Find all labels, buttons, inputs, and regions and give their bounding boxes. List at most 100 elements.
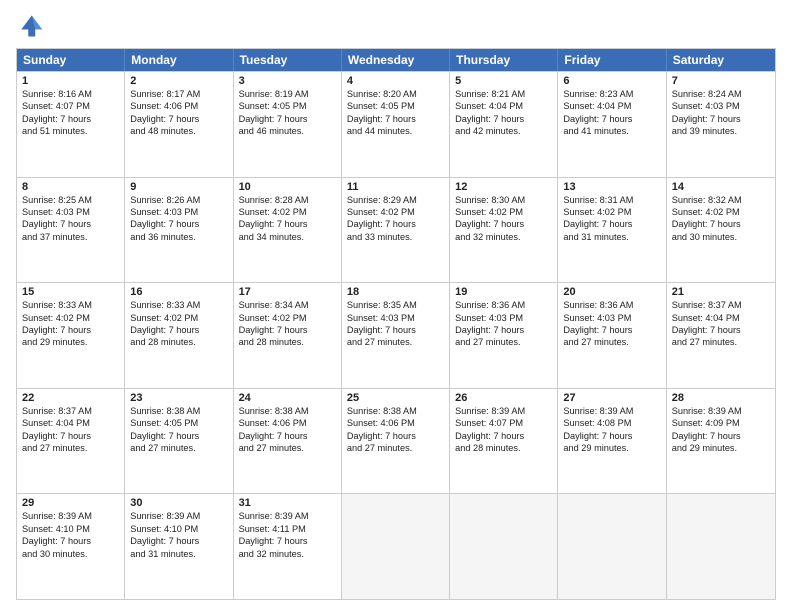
day-cell-14: 14Sunrise: 8:32 AMSunset: 4:02 PMDayligh… — [667, 178, 775, 283]
day-info-line: Sunrise: 8:20 AM — [347, 88, 444, 100]
day-cell-8: 8Sunrise: 8:25 AMSunset: 4:03 PMDaylight… — [17, 178, 125, 283]
day-info-line: Daylight: 7 hours — [455, 113, 552, 125]
day-info-line: and 34 minutes. — [239, 231, 336, 243]
day-cell-26: 26Sunrise: 8:39 AMSunset: 4:07 PMDayligh… — [450, 389, 558, 494]
day-info-line: and 39 minutes. — [672, 125, 770, 137]
day-info-line: and 36 minutes. — [130, 231, 227, 243]
calendar-header-row: SundayMondayTuesdayWednesdayThursdayFrid… — [17, 49, 775, 71]
day-number: 27 — [563, 392, 660, 404]
day-info-line: Sunrise: 8:37 AM — [22, 405, 119, 417]
day-info-line: and 32 minutes. — [239, 548, 336, 560]
calendar-body: 1Sunrise: 8:16 AMSunset: 4:07 PMDaylight… — [17, 71, 775, 599]
day-number: 26 — [455, 392, 552, 404]
day-cell-24: 24Sunrise: 8:38 AMSunset: 4:06 PMDayligh… — [234, 389, 342, 494]
day-number: 18 — [347, 286, 444, 298]
day-info-line: Daylight: 7 hours — [672, 324, 770, 336]
empty-cell — [450, 494, 558, 599]
day-info-line: and 30 minutes. — [672, 231, 770, 243]
day-cell-25: 25Sunrise: 8:38 AMSunset: 4:06 PMDayligh… — [342, 389, 450, 494]
day-info-line: Daylight: 7 hours — [239, 430, 336, 442]
day-info-line: and 44 minutes. — [347, 125, 444, 137]
day-number: 25 — [347, 392, 444, 404]
day-info-line: Sunrise: 8:19 AM — [239, 88, 336, 100]
day-info-line: Sunrise: 8:25 AM — [22, 194, 119, 206]
day-info-line: Sunrise: 8:30 AM — [455, 194, 552, 206]
day-info-line: Sunset: 4:10 PM — [22, 523, 119, 535]
day-info-line: Daylight: 7 hours — [239, 218, 336, 230]
day-info-line: Daylight: 7 hours — [22, 324, 119, 336]
day-info-line: and 31 minutes. — [130, 548, 227, 560]
day-info-line: Sunset: 4:10 PM — [130, 523, 227, 535]
day-info-line: and 41 minutes. — [563, 125, 660, 137]
day-info-line: and 29 minutes. — [22, 336, 119, 348]
day-info-line: Sunset: 4:02 PM — [455, 206, 552, 218]
day-info-line: and 27 minutes. — [347, 442, 444, 454]
day-info-line: Daylight: 7 hours — [347, 430, 444, 442]
day-info-line: Sunrise: 8:21 AM — [455, 88, 552, 100]
day-header-tuesday: Tuesday — [234, 49, 342, 71]
day-cell-2: 2Sunrise: 8:17 AMSunset: 4:06 PMDaylight… — [125, 72, 233, 177]
day-cell-17: 17Sunrise: 8:34 AMSunset: 4:02 PMDayligh… — [234, 283, 342, 388]
day-number: 2 — [130, 75, 227, 87]
day-info-line: Daylight: 7 hours — [672, 113, 770, 125]
day-info-line: Sunrise: 8:34 AM — [239, 299, 336, 311]
day-header-wednesday: Wednesday — [342, 49, 450, 71]
day-info-line: and 27 minutes. — [455, 336, 552, 348]
day-number: 1 — [22, 75, 119, 87]
day-info-line: Daylight: 7 hours — [563, 113, 660, 125]
day-cell-28: 28Sunrise: 8:39 AMSunset: 4:09 PMDayligh… — [667, 389, 775, 494]
day-info-line: Sunset: 4:02 PM — [672, 206, 770, 218]
day-info-line: Sunset: 4:04 PM — [672, 312, 770, 324]
calendar-week-1: 1Sunrise: 8:16 AMSunset: 4:07 PMDaylight… — [17, 71, 775, 177]
empty-cell — [667, 494, 775, 599]
day-info-line: Sunset: 4:03 PM — [455, 312, 552, 324]
day-info-line: Sunset: 4:02 PM — [239, 312, 336, 324]
day-info-line: Sunrise: 8:26 AM — [130, 194, 227, 206]
day-number: 19 — [455, 286, 552, 298]
day-info-line: Sunset: 4:02 PM — [22, 312, 119, 324]
day-info-line: Daylight: 7 hours — [347, 218, 444, 230]
day-info-line: Sunrise: 8:29 AM — [347, 194, 444, 206]
day-info-line: Daylight: 7 hours — [347, 113, 444, 125]
day-info-line: Sunset: 4:06 PM — [239, 417, 336, 429]
day-info-line: and 28 minutes. — [239, 336, 336, 348]
day-info-line: and 27 minutes. — [672, 336, 770, 348]
day-number: 11 — [347, 181, 444, 193]
day-info-line: Sunrise: 8:16 AM — [22, 88, 119, 100]
day-info-line: Daylight: 7 hours — [22, 535, 119, 547]
day-number: 28 — [672, 392, 770, 404]
day-info-line: Sunrise: 8:39 AM — [239, 510, 336, 522]
empty-cell — [558, 494, 666, 599]
day-info-line: Daylight: 7 hours — [563, 324, 660, 336]
day-cell-11: 11Sunrise: 8:29 AMSunset: 4:02 PMDayligh… — [342, 178, 450, 283]
day-info-line: and 27 minutes. — [347, 336, 444, 348]
day-info-line: Sunrise: 8:32 AM — [672, 194, 770, 206]
day-info-line: Sunset: 4:02 PM — [130, 312, 227, 324]
day-info-line: and 48 minutes. — [130, 125, 227, 137]
day-number: 12 — [455, 181, 552, 193]
day-info-line: Sunset: 4:03 PM — [22, 206, 119, 218]
day-info-line: Sunset: 4:09 PM — [672, 417, 770, 429]
day-info-line: Sunset: 4:04 PM — [563, 100, 660, 112]
day-info-line: Sunrise: 8:35 AM — [347, 299, 444, 311]
day-info-line: Sunrise: 8:39 AM — [455, 405, 552, 417]
day-number: 3 — [239, 75, 336, 87]
day-info-line: Daylight: 7 hours — [130, 430, 227, 442]
day-info-line: Sunrise: 8:37 AM — [672, 299, 770, 311]
day-info-line: and 46 minutes. — [239, 125, 336, 137]
day-number: 21 — [672, 286, 770, 298]
day-info-line: Sunset: 4:06 PM — [130, 100, 227, 112]
day-number: 10 — [239, 181, 336, 193]
day-info-line: Daylight: 7 hours — [130, 218, 227, 230]
day-cell-30: 30Sunrise: 8:39 AMSunset: 4:10 PMDayligh… — [125, 494, 233, 599]
day-info-line: and 32 minutes. — [455, 231, 552, 243]
day-info-line: Daylight: 7 hours — [455, 430, 552, 442]
day-info-line: Sunset: 4:02 PM — [347, 206, 444, 218]
day-info-line: and 33 minutes. — [347, 231, 444, 243]
day-info-line: Sunrise: 8:38 AM — [239, 405, 336, 417]
day-cell-9: 9Sunrise: 8:26 AMSunset: 4:03 PMDaylight… — [125, 178, 233, 283]
calendar-week-3: 15Sunrise: 8:33 AMSunset: 4:02 PMDayligh… — [17, 282, 775, 388]
day-info-line: Sunrise: 8:39 AM — [672, 405, 770, 417]
calendar-week-2: 8Sunrise: 8:25 AMSunset: 4:03 PMDaylight… — [17, 177, 775, 283]
day-info-line: Sunset: 4:03 PM — [672, 100, 770, 112]
